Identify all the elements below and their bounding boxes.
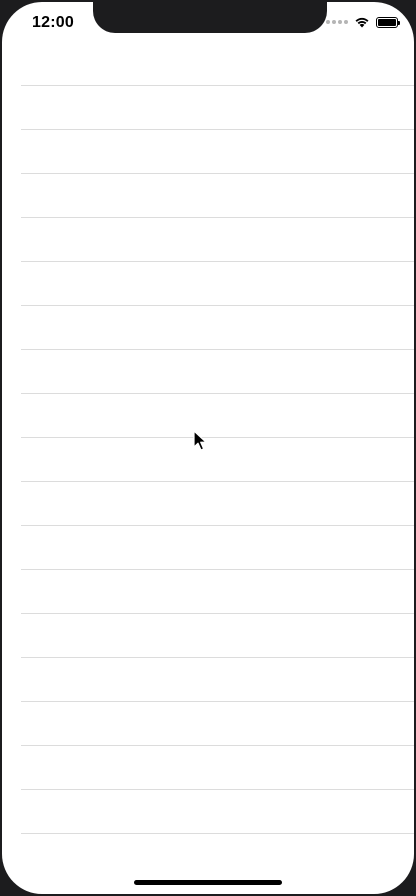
table-row[interactable] xyxy=(21,86,414,130)
table-row[interactable] xyxy=(21,482,414,526)
table-row[interactable] xyxy=(21,42,414,86)
table-row[interactable] xyxy=(21,570,414,614)
screen: 12:00 xyxy=(2,2,414,894)
battery-icon xyxy=(376,16,400,28)
table-row[interactable] xyxy=(21,262,414,306)
table-row[interactable] xyxy=(21,746,414,790)
table-row[interactable] xyxy=(21,174,414,218)
status-icons xyxy=(326,16,400,28)
status-time: 12:00 xyxy=(32,14,74,31)
table-row[interactable] xyxy=(21,526,414,570)
table-row[interactable] xyxy=(21,306,414,350)
device-frame: 12:00 xyxy=(0,0,416,896)
table-row[interactable] xyxy=(21,702,414,746)
mouse-cursor-icon xyxy=(193,430,207,451)
notch xyxy=(93,2,327,33)
home-indicator[interactable] xyxy=(134,880,282,885)
table-row[interactable] xyxy=(21,438,414,482)
table-row[interactable] xyxy=(21,790,414,834)
table-row[interactable] xyxy=(21,614,414,658)
battery-level-fill xyxy=(378,18,396,26)
table-row[interactable] xyxy=(21,130,414,174)
table-row[interactable] xyxy=(21,394,414,438)
cellular-signal-icon xyxy=(326,20,348,24)
table-row[interactable] xyxy=(21,350,414,394)
table-row[interactable] xyxy=(21,658,414,702)
wifi-icon xyxy=(355,17,369,28)
table-row[interactable] xyxy=(21,218,414,262)
